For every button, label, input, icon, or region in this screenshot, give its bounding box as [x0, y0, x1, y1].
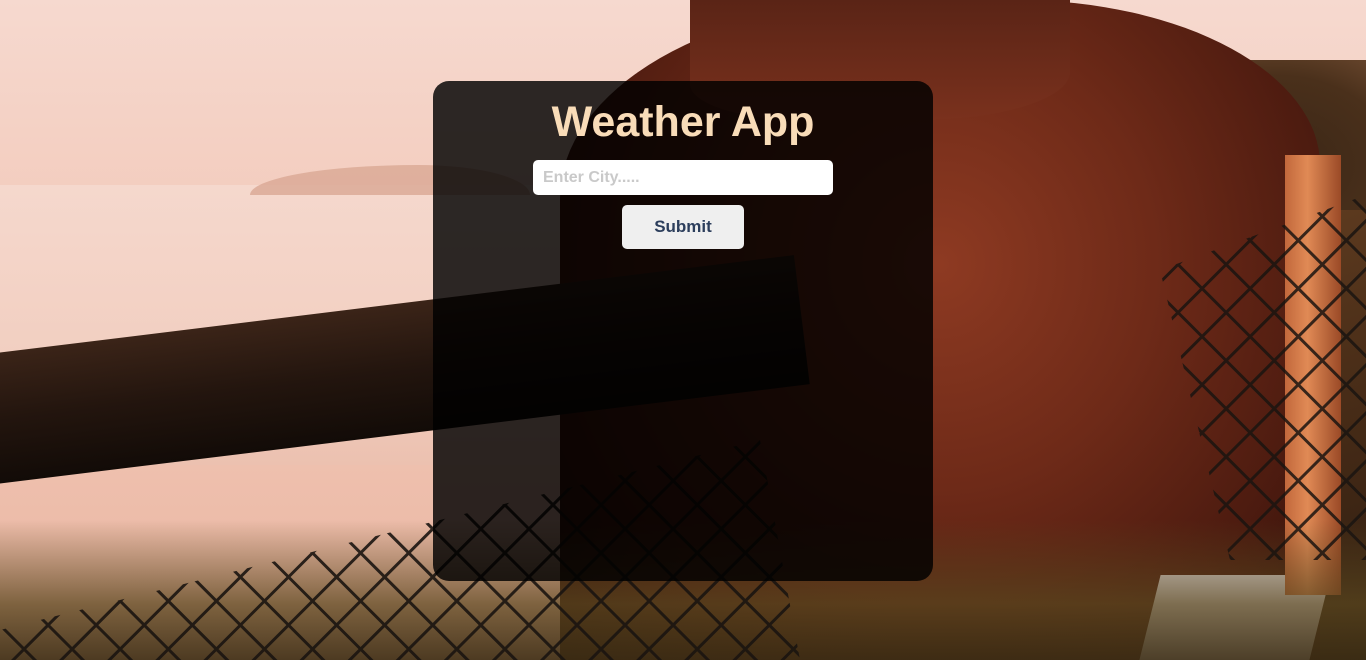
- weather-card: Weather App Submit: [433, 81, 933, 581]
- app-title: Weather App: [551, 98, 815, 146]
- city-search-input[interactable]: [533, 160, 833, 195]
- submit-button[interactable]: Submit: [622, 205, 744, 249]
